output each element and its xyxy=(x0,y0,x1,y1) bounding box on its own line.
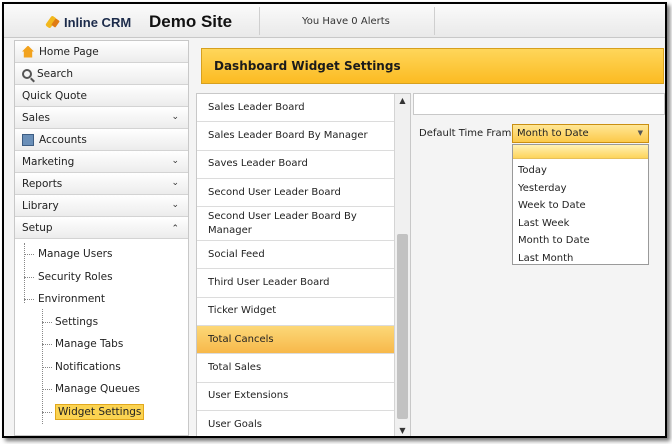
tree-item-security-roles[interactable]: Security Roles xyxy=(15,266,188,289)
scrollbar-thumb[interactable] xyxy=(397,234,408,419)
tree-connector xyxy=(42,389,52,390)
list-item[interactable]: Second User Leader Board xyxy=(197,179,395,208)
list-item[interactable]: User Extensions xyxy=(197,383,395,411)
alerts-link[interactable]: You Have 0 Alerts xyxy=(302,16,390,27)
tree-connector xyxy=(42,344,52,345)
app-name: Inline CRM xyxy=(64,14,132,30)
dropdown-option-blank[interactable] xyxy=(513,145,648,159)
divider xyxy=(259,7,260,35)
tree-item-label: Manage Tabs xyxy=(55,338,124,351)
widget-list: Sales Leader Board Sales Leader Board By… xyxy=(196,93,411,436)
sidebar-item-label: Reports xyxy=(22,177,63,190)
list-item[interactable]: Ticker Widget xyxy=(197,298,395,327)
tree-item-label: Manage Users xyxy=(38,248,113,261)
tree-item-notifications[interactable]: Notifications xyxy=(15,356,188,379)
sidebar-item-home[interactable]: Home Page xyxy=(15,41,188,63)
tree-item-widget-settings[interactable]: Widget Settings xyxy=(15,401,188,424)
tree-item-label: Settings xyxy=(55,315,99,328)
settings-toolbar xyxy=(413,93,665,115)
list-item[interactable]: Sales Leader Board xyxy=(197,94,395,123)
tree-item-manage-users[interactable]: Manage Users xyxy=(15,243,188,266)
tree-item-label: Environment xyxy=(38,293,106,306)
search-icon xyxy=(22,68,32,79)
sidebar-item-search[interactable]: Search xyxy=(15,63,188,85)
app-logo[interactable]: Inline CRM xyxy=(46,14,131,30)
setup-tree: Manage Users Security Roles Environment … xyxy=(15,239,188,424)
sidebar-item-label: Search xyxy=(37,67,74,80)
tree-item-label: Widget Settings xyxy=(55,403,145,420)
tree-connector xyxy=(24,276,34,278)
sidebar-item-reports[interactable]: Reports ⌄ xyxy=(15,173,188,195)
tree-connector xyxy=(24,299,34,300)
main-panel: Dashboard Widget Settings Sales Leader B… xyxy=(194,40,665,436)
chevron-down-icon: ⌄ xyxy=(171,112,179,122)
dropdown-option[interactable]: Yesterday xyxy=(513,180,648,198)
scroll-down-arrow-icon[interactable]: ▼ xyxy=(395,424,410,436)
dropdown-option[interactable]: Today xyxy=(513,162,648,180)
tree-item-label: Security Roles xyxy=(38,270,113,283)
list-item[interactable]: Sales Leader Board By Manager xyxy=(197,122,395,151)
sidebar-item-label: Setup xyxy=(22,221,53,234)
logo-icon xyxy=(46,16,60,28)
sidebar-item-label: Marketing xyxy=(22,155,75,168)
dropdown-arrow-icon: ▼ xyxy=(637,129,643,137)
dropdown-option[interactable]: Month to Date xyxy=(513,232,648,250)
top-bar: Inline CRM Demo Site You Have 0 Alerts xyxy=(4,4,665,38)
divider xyxy=(434,7,435,35)
sidebar-item-setup[interactable]: Setup ⌃ xyxy=(15,217,188,239)
home-icon xyxy=(22,45,34,58)
list-item[interactable]: Third User Leader Board xyxy=(197,269,395,298)
sidebar-item-accounts[interactable]: Accounts xyxy=(15,129,188,151)
dropdown-option[interactable]: Week to Date xyxy=(513,197,648,215)
list-item-selected[interactable]: Total Cancels xyxy=(197,326,395,355)
sidebar-item-quick-quote[interactable]: Quick Quote xyxy=(15,85,188,107)
accounts-icon xyxy=(22,133,34,146)
time-frame-select[interactable]: Month to Date ▼ xyxy=(512,124,649,143)
sidebar-item-label: Sales xyxy=(22,111,50,124)
sidebar-item-label: Quick Quote xyxy=(22,89,87,102)
time-frame-dropdown: Today Yesterday Week to Date Last Week M… xyxy=(512,144,649,265)
tree-item-manage-queues[interactable]: Manage Queues xyxy=(15,378,188,401)
sidebar-item-label: Home Page xyxy=(39,45,99,58)
list-scrollbar[interactable]: ▲ ▼ xyxy=(394,94,410,436)
scroll-up-arrow-icon[interactable]: ▲ xyxy=(395,94,410,108)
list-item[interactable]: Social Feed xyxy=(197,241,395,270)
list-item[interactable]: Second User Leader Board By Manager xyxy=(197,207,395,242)
sidebar-item-marketing[interactable]: Marketing ⌄ xyxy=(15,151,188,173)
time-frame-label: Default Time Frame: xyxy=(419,128,521,139)
sidebar-item-sales[interactable]: Sales ⌄ xyxy=(15,107,188,129)
sidebar-item-label: Library xyxy=(22,199,59,212)
app-window: Inline CRM Demo Site You Have 0 Alerts H… xyxy=(2,2,667,438)
sidebar-item-library[interactable]: Library ⌄ xyxy=(15,195,188,217)
dropdown-option[interactable]: Last Month xyxy=(513,250,648,268)
site-name: Demo Site xyxy=(149,12,233,31)
sidebar: Home Page Search Quick Quote Sales ⌄ Acc… xyxy=(14,40,189,436)
tree-item-label: Manage Queues xyxy=(55,383,141,396)
dropdown-option[interactable]: Last Week xyxy=(513,215,648,233)
chevron-down-icon: ⌄ xyxy=(171,200,179,210)
chevron-down-icon: ⌄ xyxy=(171,178,179,188)
tree-item-settings[interactable]: Settings xyxy=(15,311,188,334)
time-frame-value: Month to Date xyxy=(517,128,589,139)
list-item[interactable]: User Goals xyxy=(197,411,395,436)
tree-item-manage-tabs[interactable]: Manage Tabs xyxy=(15,333,188,356)
sidebar-item-label: Accounts xyxy=(39,133,87,146)
tree-item-environment[interactable]: Environment xyxy=(15,288,188,311)
page-title: Dashboard Widget Settings xyxy=(201,48,664,84)
tree-connector xyxy=(42,321,52,323)
tree-connector xyxy=(24,254,34,255)
chevron-up-icon: ⌃ xyxy=(171,224,179,234)
tree-item-label: Notifications xyxy=(55,360,121,373)
list-item[interactable]: Total Sales xyxy=(197,354,395,383)
tree-connector xyxy=(42,366,52,368)
list-item[interactable]: Saves Leader Board xyxy=(197,151,395,179)
chevron-down-icon: ⌄ xyxy=(171,156,179,166)
tree-connector xyxy=(42,411,52,413)
